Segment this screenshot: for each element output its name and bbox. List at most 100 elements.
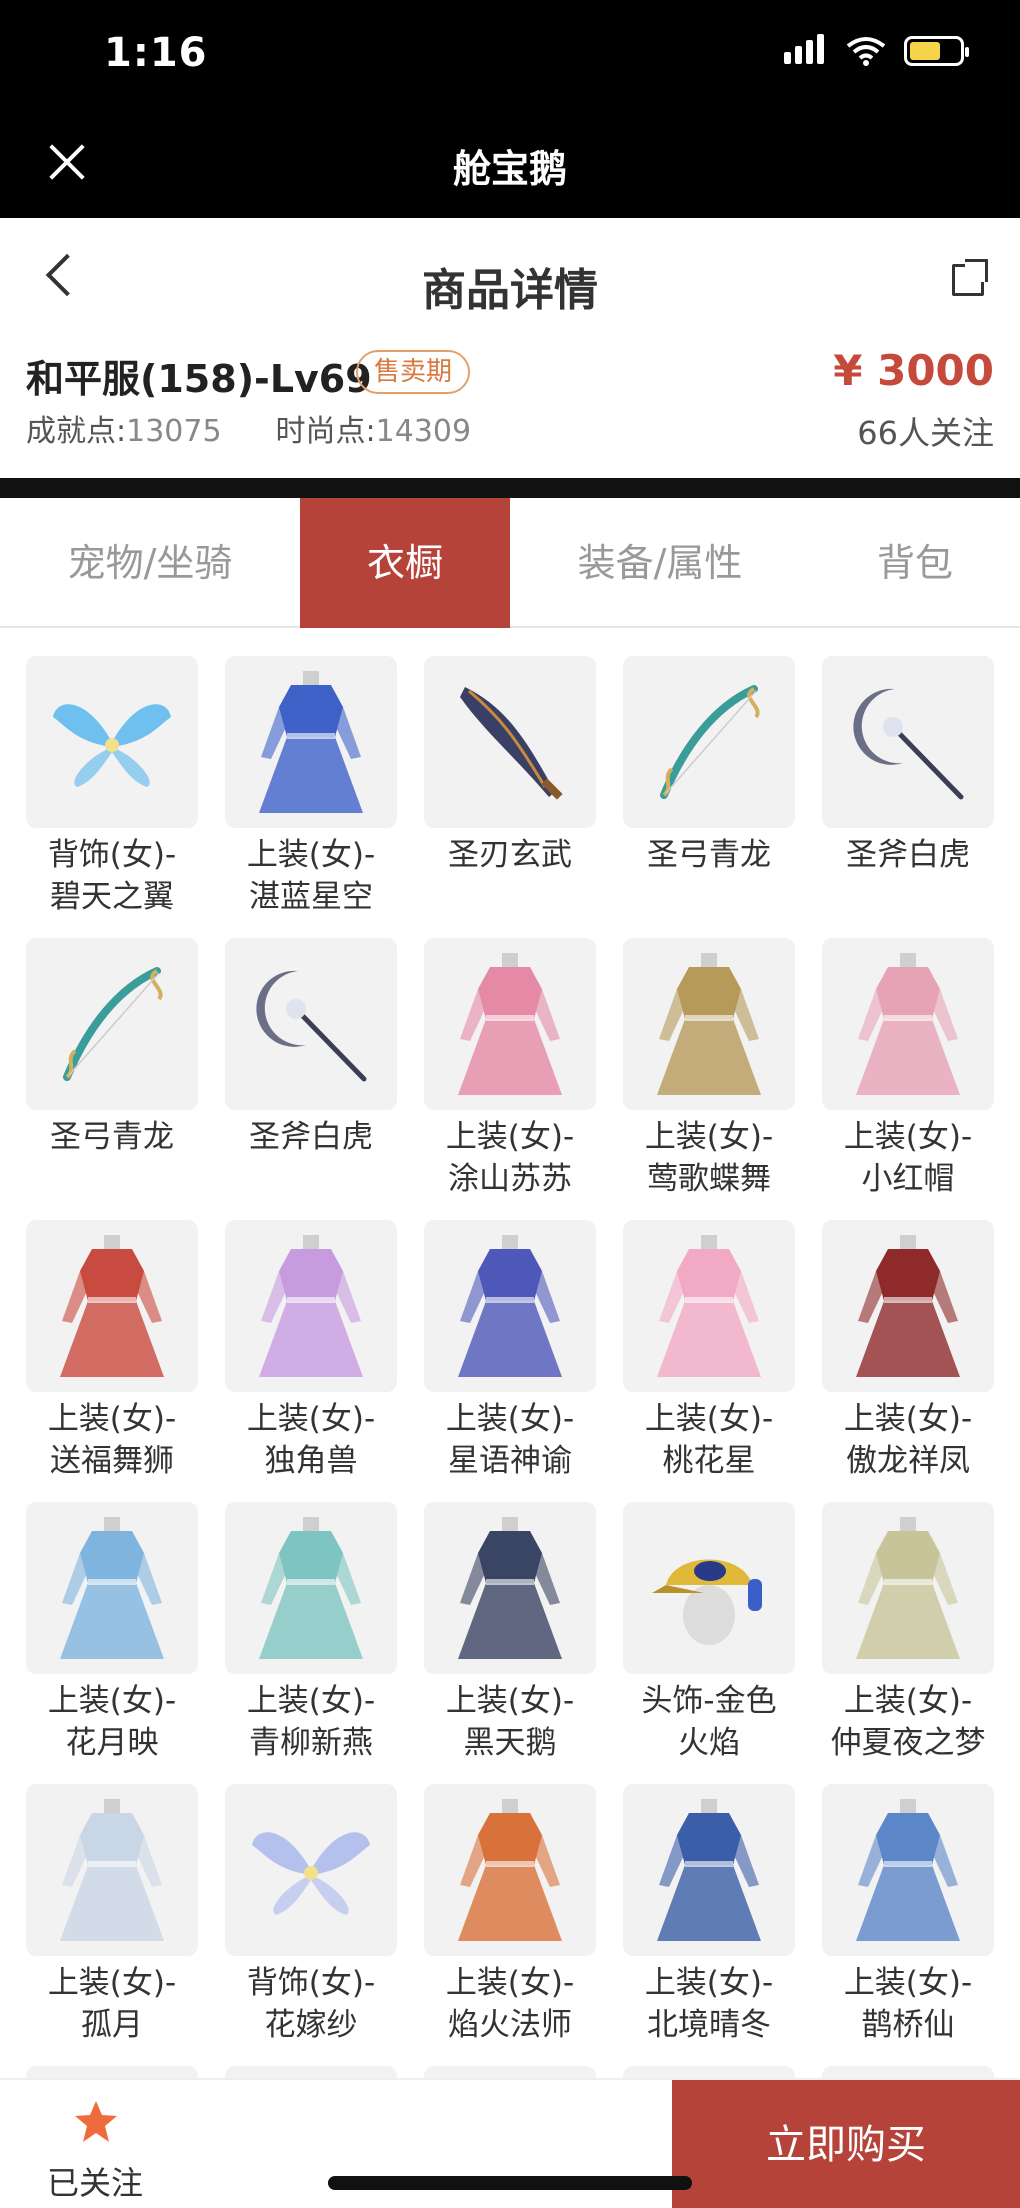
wardrobe-item[interactable]: 上装(女)- 送福舞狮: [26, 1220, 198, 1502]
follower-count: 66人关注: [857, 414, 994, 452]
axe-icon: [225, 938, 397, 1110]
wings-icon: [26, 656, 198, 828]
price: ¥ 3000: [833, 346, 994, 395]
wardrobe-item[interactable]: 上装(女)- 鹊桥仙: [822, 1784, 994, 2066]
wardrobe-item[interactable]: 头饰-金色 火焰: [623, 1502, 795, 1784]
page-title: 商品详情: [422, 265, 598, 316]
buy-now-button[interactable]: 立即购买: [672, 2080, 1020, 2208]
item-label-line1: 上装(女)-: [644, 1401, 774, 1437]
tab-wardrobe[interactable]: 衣橱: [300, 498, 510, 628]
wifi-icon: [846, 37, 886, 66]
item-label-line1: 上装(女)-: [843, 1965, 973, 2001]
wardrobe-item[interactable]: 圣弓青龙: [623, 656, 795, 938]
follow-button[interactable]: 已关注: [0, 2080, 190, 2208]
home-indicator: [328, 2176, 692, 2190]
item-label-line1: 上装(女)-: [843, 1401, 973, 1437]
dress-icon: [424, 1220, 596, 1392]
dress-icon: [424, 1502, 596, 1674]
wardrobe-item[interactable]: 圣弓青龙: [26, 938, 198, 1220]
share-icon[interactable]: [952, 259, 988, 296]
item-label-line1: 上装(女)-: [843, 1119, 973, 1155]
item-label-line2: 涂山苏苏: [448, 1161, 572, 1197]
wardrobe-item[interactable]: 上装(女)- 小红帽: [822, 938, 994, 1220]
follow-label: 已关注: [46, 2164, 143, 2202]
dress-icon: [225, 656, 397, 828]
axe-icon: [822, 656, 994, 828]
dress-icon: [424, 1784, 596, 1956]
status-badge: 售卖期: [356, 350, 471, 394]
fashion-label: 时尚点:: [275, 414, 376, 449]
dress-icon: [822, 1784, 994, 1956]
wardrobe-item[interactable]: 上装(女)- 仲夏夜之梦: [822, 1502, 994, 1784]
dress-icon: [225, 1502, 397, 1674]
wardrobe-item[interactable]: 圣斧白虎: [822, 656, 994, 938]
wardrobe-item[interactable]: 上装(女)- 涂山苏苏: [424, 938, 596, 1220]
item-label-line1: 圣斧白虎: [249, 1119, 373, 1155]
item-label-line2: 孤月: [81, 2007, 143, 2043]
wardrobe-item[interactable]: 上装(女)- 星语神谕: [424, 1220, 596, 1502]
item-title: 和平服(158)-Lv69: [26, 357, 372, 401]
item-label-line1: 上装(女)-: [445, 1119, 575, 1155]
item-label-line1: 头饰-金色: [641, 1683, 777, 1719]
wardrobe-item[interactable]: 上装(女)- 孤月: [26, 1784, 198, 2066]
wardrobe-item[interactable]: 上装(女)- 傲龙祥凤: [822, 1220, 994, 1502]
dress-icon: [623, 938, 795, 1110]
dress-icon: [822, 938, 994, 1110]
page: 1:16 舱宝鹅 商品详情 和平服(158)-Lv69 售卖期 成就点:1307…: [0, 0, 1020, 2208]
item-label-line2: 北境晴冬: [647, 2007, 771, 2043]
tab-bar: 宠物/坐骑 衣橱 装备/属性 背包: [0, 498, 1020, 628]
star-icon: [75, 2101, 117, 2142]
wardrobe-item[interactable]: 上装(女)- 青柳新燕: [225, 1502, 397, 1784]
item-label-line2: 送福舞狮: [50, 1443, 174, 1479]
wardrobe-item[interactable]: 上装(女)- 莺歌蝶舞: [623, 938, 795, 1220]
status-icons: [784, 34, 969, 68]
item-label-line1: 上装(女)-: [843, 1683, 973, 1719]
dress-icon: [26, 1220, 198, 1392]
tab-backpack[interactable]: 背包: [810, 498, 1020, 628]
item-label-line2: 星语神谕: [448, 1443, 572, 1479]
achievement-label: 成就点:: [26, 414, 127, 449]
wardrobe-item[interactable]: 圣斧白虎: [225, 938, 397, 1220]
item-label-line2: 桃花星: [662, 1443, 756, 1479]
wardrobe-item[interactable]: 圣刃玄武: [424, 656, 596, 938]
wardrobe-item[interactable]: 上装(女)- 湛蓝星空: [225, 656, 397, 938]
item-label-line1: 圣刃玄武: [448, 837, 572, 873]
wardrobe-item[interactable]: 上装(女)- 北境晴冬: [623, 1784, 795, 2066]
status-bar: 1:16: [0, 0, 1020, 118]
app-bar: 舱宝鹅: [0, 118, 1020, 218]
item-label-line2: 湛蓝星空: [249, 879, 373, 915]
tab-equipment-attributes[interactable]: 装备/属性: [510, 498, 810, 628]
wings-icon: [225, 1784, 397, 1956]
tab-pets-mounts[interactable]: 宠物/坐骑: [0, 498, 300, 628]
dress-icon: [822, 1220, 994, 1392]
wardrobe-item[interactable]: 上装(女)- 黑天鹅: [424, 1502, 596, 1784]
wardrobe-item[interactable]: 上装(女)- 焰火法师: [424, 1784, 596, 2066]
item-label-line1: 上装(女)-: [445, 1401, 575, 1437]
wardrobe-item[interactable]: 上装(女)- 独角兽: [225, 1220, 397, 1502]
item-label-line2: 花月映: [65, 1725, 159, 1761]
dress-icon: [424, 938, 596, 1110]
item-label-line1: 背饰(女)-: [246, 1965, 376, 2001]
item-label-line1: 背饰(女)-: [47, 837, 177, 873]
item-label-line1: 圣弓青龙: [647, 837, 771, 873]
item-label-line1: 上装(女)-: [47, 1683, 177, 1719]
item-label-line1: 上装(女)-: [445, 1965, 575, 2001]
item-label-line1: 上装(女)-: [47, 1965, 177, 2001]
item-label-line2: 火焰: [678, 1725, 740, 1761]
item-label-line1: 上装(女)-: [246, 1401, 376, 1437]
item-label-line1: 上装(女)-: [644, 1119, 774, 1155]
item-stats: 成就点:13075 时尚点:14309: [26, 406, 471, 450]
item-label-line2: 小红帽: [861, 1161, 955, 1197]
dress-icon: [225, 1220, 397, 1392]
app-title: 舱宝鹅: [452, 147, 567, 191]
wardrobe-item[interactable]: 背饰(女)- 碧天之翼: [26, 656, 198, 938]
divider: [0, 478, 1020, 498]
dress-icon: [26, 1502, 198, 1674]
wardrobe-item[interactable]: 上装(女)- 桃花星: [623, 1220, 795, 1502]
item-label-line2: 傲龙祥凤: [846, 1443, 970, 1479]
item-label-line2: 鹊桥仙: [861, 2007, 955, 2043]
wardrobe-item[interactable]: 上装(女)- 花月映: [26, 1502, 198, 1784]
bow-icon: [623, 656, 795, 828]
item-label-line2: 焰火法师: [448, 2007, 572, 2043]
wardrobe-item[interactable]: 背饰(女)- 花嫁纱: [225, 1784, 397, 2066]
